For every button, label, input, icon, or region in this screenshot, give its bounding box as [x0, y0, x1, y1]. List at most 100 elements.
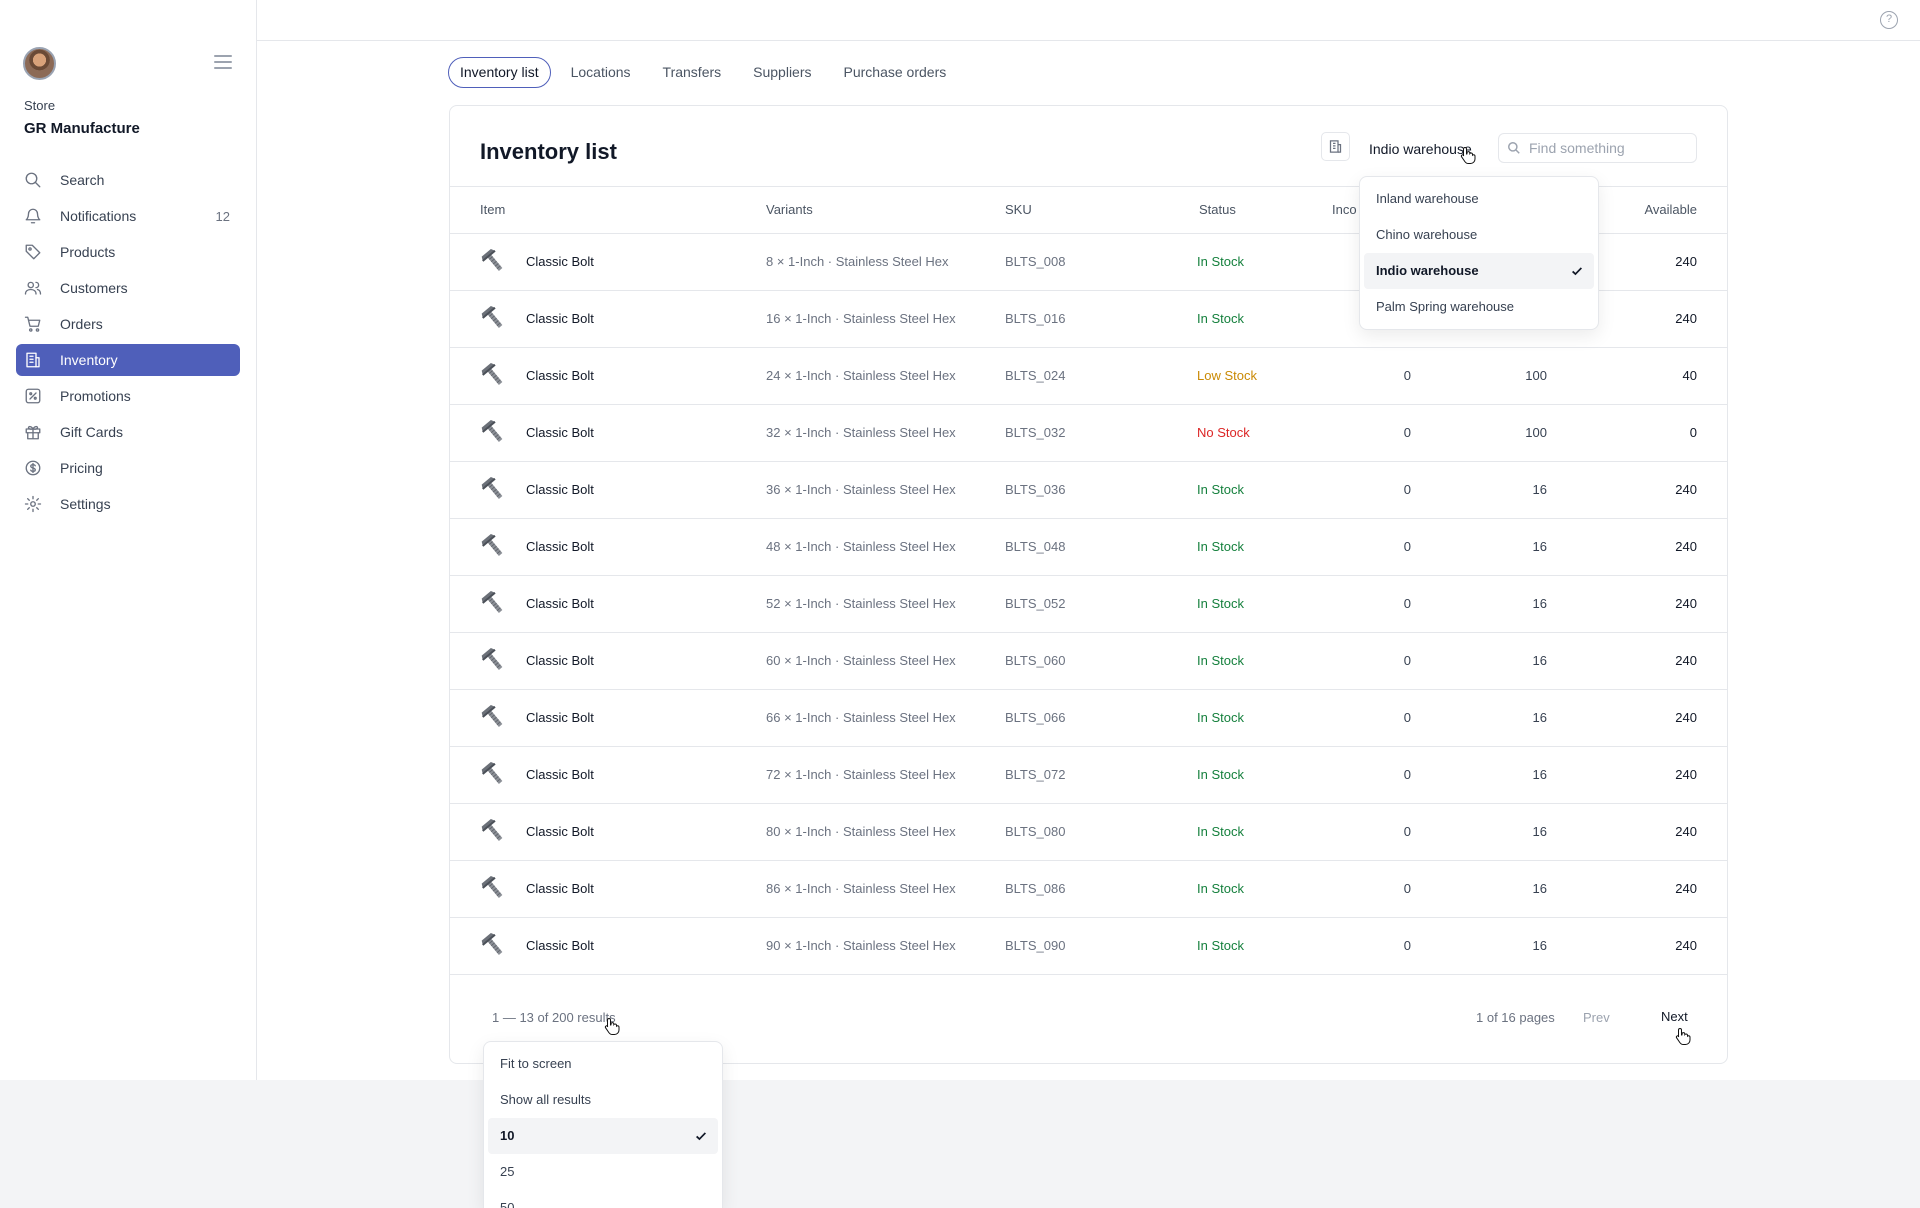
sidebar-item-products[interactable]: Products: [16, 236, 240, 268]
promotion-icon: [24, 387, 42, 405]
search-icon: [1508, 142, 1520, 154]
sku: BLTS_080: [1005, 824, 1066, 839]
sidebar-item-promotions[interactable]: Promotions: [16, 380, 240, 412]
table-row[interactable]: Classic Bolt 32 × 1-Inch · Stainless Stee…: [450, 405, 1727, 462]
bolt-thumbnail-icon: [481, 761, 503, 784]
table-row[interactable]: Classic Bolt 72 × 1-Inch · Stainless Stee…: [450, 747, 1727, 804]
results-range[interactable]: 1 — 13 of 200 results: [492, 1010, 616, 1025]
item-name[interactable]: Classic Bolt: [526, 710, 594, 725]
menu-icon[interactable]: [214, 55, 232, 69]
item-name[interactable]: Classic Bolt: [526, 482, 594, 497]
status-badge: In Stock: [1197, 767, 1244, 782]
sidebar-item-settings[interactable]: Settings: [16, 488, 240, 520]
warehouse-option[interactable]: Inland warehouse: [1364, 181, 1594, 217]
item-name[interactable]: Classic Bolt: [526, 254, 594, 269]
sidebar-item-inventory[interactable]: Inventory: [16, 344, 240, 376]
page-size-option[interactable]: Fit to screen: [488, 1046, 718, 1082]
bolt-thumbnail-icon: [481, 875, 503, 898]
option-label: Inland warehouse: [1376, 191, 1479, 206]
status-badge: In Stock: [1197, 254, 1244, 269]
sidebar-item-pricing[interactable]: Pricing: [16, 452, 240, 484]
item-name[interactable]: Classic Bolt: [526, 368, 594, 383]
bolt-thumbnail-icon: [481, 362, 503, 385]
tab-purchase-orders[interactable]: Purchase orders: [832, 57, 959, 88]
table-row[interactable]: Classic Bolt 24 × 1-Inch · Stainless Stee…: [450, 348, 1727, 405]
prev-button[interactable]: Prev: [1583, 1010, 1610, 1025]
tab-suppliers[interactable]: Suppliers: [741, 57, 823, 88]
warehouse-select[interactable]: Indio warehouse: [1369, 141, 1472, 157]
item-name[interactable]: Classic Bolt: [526, 824, 594, 839]
sidebar-item-notifications[interactable]: Notifications 12: [16, 200, 240, 232]
available-count: 240: [1675, 539, 1697, 554]
sidebar-item-customers[interactable]: Customers: [16, 272, 240, 304]
item-name[interactable]: Classic Bolt: [526, 539, 594, 554]
item-name[interactable]: Classic Bolt: [526, 596, 594, 611]
incoming-count: 0: [1403, 938, 1411, 953]
incoming-count: 0: [1403, 539, 1411, 554]
table-row[interactable]: Classic Bolt 60 × 1-Inch · Stainless Stee…: [450, 633, 1727, 690]
help-icon[interactable]: ?: [1880, 11, 1898, 29]
tab-transfers[interactable]: Transfers: [651, 57, 734, 88]
item-name[interactable]: Classic Bolt: [526, 881, 594, 896]
column-header-status[interactable]: Status: [1199, 202, 1236, 217]
sidebar-item-gift-cards[interactable]: Gift Cards: [16, 416, 240, 448]
sku: BLTS_048: [1005, 539, 1066, 554]
page-title: Inventory list: [480, 139, 617, 164]
search-input[interactable]: [1529, 138, 1689, 158]
tab-locations[interactable]: Locations: [559, 57, 643, 88]
inventory-tabs: Inventory list Locations Transfers Supplier…: [448, 57, 958, 88]
item-name[interactable]: Classic Bolt: [526, 653, 594, 668]
column-header-incoming[interactable]: Inco: [1332, 202, 1357, 217]
variant: 52 × 1-Inch · Stainless Steel Hex: [766, 596, 956, 611]
item-name[interactable]: Classic Bolt: [526, 311, 594, 326]
table-row[interactable]: Classic Bolt 66 × 1-Inch · Stainless Stee…: [450, 690, 1727, 747]
option-label: Chino warehouse: [1376, 227, 1478, 242]
column-header-sku[interactable]: SKU: [1005, 202, 1032, 217]
column-header-available[interactable]: Available: [1644, 202, 1697, 217]
page-size-option[interactable]: 25: [488, 1154, 718, 1190]
sidebar-item-label: Promotions: [60, 388, 131, 404]
table-row[interactable]: Classic Bolt 86 × 1-Inch · Stainless Stee…: [450, 861, 1727, 918]
page-size-option[interactable]: Show all results: [488, 1082, 718, 1118]
committed-count: 100: [1525, 368, 1547, 383]
table-row[interactable]: Classic Bolt 90 × 1-Inch · Stainless Stee…: [450, 918, 1727, 975]
table-row[interactable]: Classic Bolt 52 × 1-Inch · Stainless Stee…: [450, 576, 1727, 633]
avatar[interactable]: [23, 47, 56, 80]
committed-count: 16: [1532, 596, 1547, 611]
bolt-thumbnail-icon: [481, 248, 503, 271]
tab-inventory-list[interactable]: Inventory list: [448, 57, 551, 88]
column-header-variants[interactable]: Variants: [766, 202, 813, 217]
table-row[interactable]: Classic Bolt 80 × 1-Inch · Stainless Stee…: [450, 804, 1727, 861]
warehouse-icon-button[interactable]: [1321, 132, 1350, 161]
column-header-item[interactable]: Item: [480, 202, 505, 217]
sidebar-item-search[interactable]: Search: [16, 164, 240, 196]
table-row[interactable]: Classic Bolt 36 × 1-Inch · Stainless Stee…: [450, 462, 1727, 519]
next-button[interactable]: Next: [1651, 1001, 1698, 1033]
status-badge: In Stock: [1197, 824, 1244, 839]
item-name[interactable]: Classic Bolt: [526, 425, 594, 440]
page-size-option[interactable]: 50: [488, 1190, 718, 1208]
sku: BLTS_066: [1005, 710, 1066, 725]
incoming-count: 0: [1403, 653, 1411, 668]
item-name[interactable]: Classic Bolt: [526, 767, 594, 782]
warehouse-option[interactable]: Indio warehouse: [1364, 253, 1594, 289]
option-label: 50: [500, 1200, 515, 1208]
building-icon: [24, 351, 42, 369]
warehouse-option[interactable]: Chino warehouse: [1364, 217, 1594, 253]
item-name[interactable]: Classic Bolt: [526, 938, 594, 953]
variant: 48 × 1-Inch · Stainless Steel Hex: [766, 539, 956, 554]
incoming-count: 0: [1403, 425, 1411, 440]
available-count: 240: [1675, 311, 1697, 326]
committed-count: 16: [1532, 767, 1547, 782]
incoming-count: 0: [1403, 368, 1411, 383]
sidebar-item-label: Search: [60, 172, 105, 188]
warehouse-option[interactable]: Palm Spring warehouse: [1364, 289, 1594, 325]
incoming-count: 0: [1403, 881, 1411, 896]
sku: BLTS_052: [1005, 596, 1066, 611]
search-icon: [24, 171, 42, 189]
page-size-option[interactable]: 10: [488, 1118, 718, 1154]
available-count: 240: [1675, 254, 1697, 269]
table-row[interactable]: Classic Bolt 48 × 1-Inch · Stainless Stee…: [450, 519, 1727, 576]
sidebar-item-orders[interactable]: Orders: [16, 308, 240, 340]
status-badge: In Stock: [1197, 311, 1244, 326]
